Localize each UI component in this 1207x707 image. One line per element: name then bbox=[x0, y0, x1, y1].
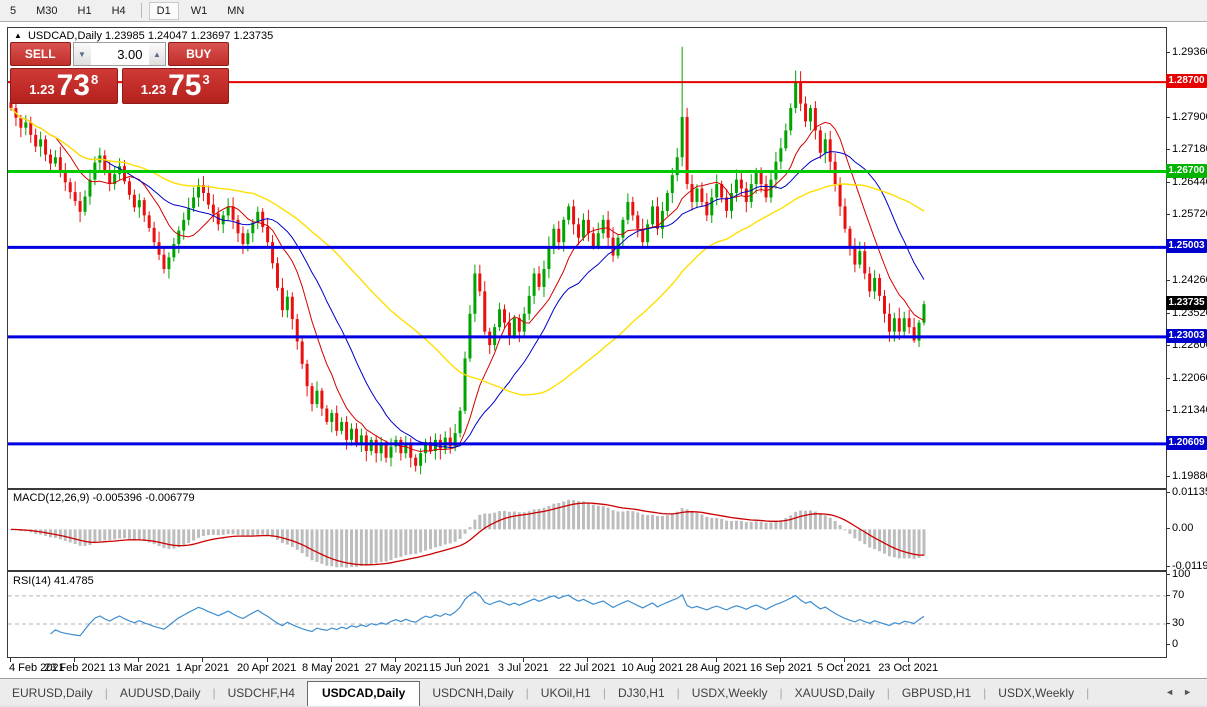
tab-separator: | bbox=[1086, 682, 1089, 705]
volume-decrease-button[interactable]: ▼ bbox=[73, 42, 91, 66]
chart-title: ▲ USDCAD,Daily 1.23985 1.24047 1.23697 1… bbox=[14, 30, 273, 42]
sell-button[interactable]: SELL bbox=[10, 42, 71, 66]
timeframe-button-w1[interactable]: W1 bbox=[183, 2, 216, 20]
timeframe-button-h1[interactable]: H1 bbox=[70, 2, 100, 20]
timeframe-button-m30[interactable]: M30 bbox=[28, 2, 65, 20]
sell-price-button[interactable]: 1.23 73 8 bbox=[10, 68, 118, 104]
one-click-trading-panel: SELL ▼ ▲ BUY 1.23 73 8 1.23 75 3 bbox=[10, 42, 229, 104]
sell-price-pips: 73 bbox=[57, 71, 90, 101]
rsi-canvas[interactable] bbox=[8, 572, 1166, 657]
chart-tab-eurusd-daily[interactable]: EURUSD,Daily bbox=[0, 682, 105, 705]
chart-tab-usdx-weekly[interactable]: USDX,Weekly bbox=[680, 682, 780, 705]
chart-tab-ukoil-h1[interactable]: UKOil,H1 bbox=[529, 682, 603, 705]
volume-input[interactable] bbox=[91, 42, 149, 66]
timeframe-button-mn[interactable]: MN bbox=[219, 2, 252, 20]
chart-ohlc-values: 1.23985 1.24047 1.23697 1.23735 bbox=[105, 30, 273, 42]
buy-price-prefix: 1.23 bbox=[141, 82, 166, 97]
timeframe-button-d1[interactable]: D1 bbox=[149, 2, 179, 20]
tabbar-divider bbox=[0, 678, 1207, 679]
toolbar-separator bbox=[141, 3, 142, 18]
chart-tab-usdcnh-daily[interactable]: USDCNH,Daily bbox=[420, 682, 525, 705]
tab-scroll-arrows[interactable]: ◄► bbox=[1165, 687, 1201, 697]
buy-price-point: 3 bbox=[202, 72, 209, 87]
chart-tab-dj30-h1[interactable]: DJ30,H1 bbox=[606, 682, 677, 705]
macd-indicator-label: MACD(12,26,9) -0.005396 -0.006779 bbox=[13, 492, 195, 504]
rsi-indicator-label: RSI(14) 41.4785 bbox=[13, 575, 94, 587]
tab-scroll-right-icon[interactable]: ► bbox=[1183, 687, 1201, 697]
timeframe-button-h4[interactable]: H4 bbox=[104, 2, 134, 20]
chart-tab-gbpusd-h1[interactable]: GBPUSD,H1 bbox=[890, 682, 983, 705]
rsi-pane[interactable] bbox=[7, 571, 1167, 658]
buy-price-button[interactable]: 1.23 75 3 bbox=[122, 68, 230, 104]
sell-price-prefix: 1.23 bbox=[29, 82, 54, 97]
chart-tab-xauusd-daily[interactable]: XAUUSD,Daily bbox=[783, 682, 887, 705]
buy-price-pips: 75 bbox=[168, 71, 201, 101]
chart-tab-bar: EURUSD,Daily|AUDUSD,Daily|USDCHF,H4USDCA… bbox=[0, 680, 1207, 707]
chart-symbol-label: USDCAD,Daily bbox=[28, 30, 102, 42]
one-click-collapse-icon[interactable]: ▲ bbox=[14, 31, 22, 40]
chart-tab-usdchf-h4[interactable]: USDCHF,H4 bbox=[216, 682, 307, 705]
chart-tab-audusd-daily[interactable]: AUDUSD,Daily bbox=[108, 682, 213, 705]
tab-scroll-left-icon[interactable]: ◄ bbox=[1165, 687, 1183, 697]
timeframe-toolbar: 5M30 H1H4 D1W1MN bbox=[0, 0, 1207, 22]
chart-tab-usdcad-daily[interactable]: USDCAD,Daily bbox=[307, 681, 420, 706]
buy-button[interactable]: BUY bbox=[168, 42, 229, 66]
timeframe-button-5[interactable]: 5 bbox=[2, 2, 24, 20]
volume-increase-button[interactable]: ▲ bbox=[149, 42, 167, 66]
sell-price-point: 8 bbox=[91, 72, 98, 87]
chart-tab-usdx-weekly[interactable]: USDX,Weekly bbox=[986, 682, 1086, 705]
